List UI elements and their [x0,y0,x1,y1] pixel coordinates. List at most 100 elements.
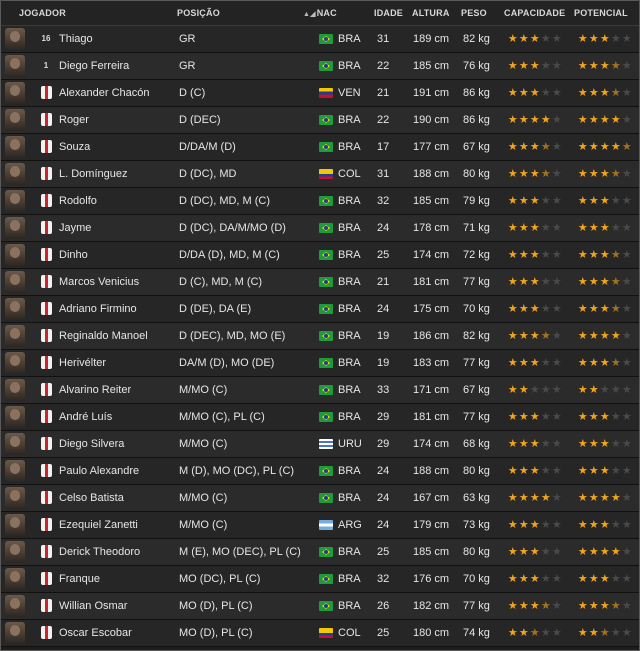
table-row[interactable]: L. Domínguez D (DC), MD COL 31 188 cm 80 kg ★ ★… [1,161,639,188]
player-weight: 71 kg [463,222,490,234]
star-icon: ★ [588,573,599,585]
table-row[interactable]: Oscar Escobar MO (D), PL (C) COL 25 180 cm 74… [1,620,639,647]
star-icon: ★ [518,384,529,396]
col-posicao[interactable]: POSIÇÃO [177,1,220,25]
star-icon: ★ [540,627,551,639]
player-name[interactable]: Souza [59,134,90,160]
player-name[interactable]: Willian Osmar [59,593,127,619]
star-icon: ★ [588,168,599,180]
col-jogador[interactable]: JOGADOR [19,1,66,25]
flag-icon [319,331,333,341]
table-row[interactable]: Adriano Firmino D (DE), DA (E) BRA 24 175 cm… [1,296,639,323]
player-name[interactable]: Oscar Escobar [59,620,132,646]
player-name[interactable]: Celso Batista [59,485,124,511]
table-row[interactable]: Jayme D (DC), DA/M/MO (D) BRA 24 178 cm 71 kg… [1,215,639,242]
player-name[interactable]: Rodolfo [59,188,97,214]
table-row[interactable]: Alexander Chacón D (C) VEN 21 191 cm 86 kg ★ ★ ★… [1,80,639,107]
star-icon: ★ [599,141,610,153]
shirt-icon [41,167,52,180]
col-altura[interactable]: ALTURA [412,1,450,25]
table-row[interactable]: Souza D/DA/M (D) BRA 17 177 cm 67 kg ★ ★ ★ ★ ★ ★ ★ ★ ★… [1,134,639,161]
capacity-stars: ★ ★ ★ ★ ★ [507,593,562,619]
player-position: DA/M (D), MO (DE) [179,357,275,369]
star-icon: ★ [588,519,599,531]
star-icon: ★ [621,87,632,99]
table-row[interactable]: Diego Silvera M/MO (C) URU 29 174 cm 68 kg ★ ★ ★… [1,431,639,458]
table-row[interactable]: 16 Thiago GR BRA 31 189 cm 82 kg ★ ★ ★ ★ ★ ★ ★ ★ ★ ★ [1,26,639,53]
col-nac-wrap[interactable]: ▲◢NAC [303,1,337,27]
star-icon: ★ [577,627,588,639]
star-icon: ★ [518,573,529,585]
player-name[interactable]: Alexander Chacón [59,80,150,106]
star-icon: ★ [507,627,518,639]
player-nationality: BRA [338,114,361,126]
player-height: 167 cm [413,492,450,504]
table-row[interactable]: Willian Osmar MO (D), PL (C) BRA 26 182 cm 77… [1,593,639,620]
player-name[interactable]: Jayme [59,215,91,241]
table-row[interactable]: Ezequiel Zanetti M/MO (C) ARG 24 179 cm 73 kg… [1,512,639,539]
potential-stars: ★ ★ ★ ★ ★ [577,593,632,619]
star-icon: ★ [518,114,529,126]
table-row[interactable]: Derick Theodoro M (E), MO (DEC), PL (C) BR… [1,539,639,566]
player-height: 181 cm [413,276,450,288]
table-row[interactable]: Marcos Venicius D (C), MD, M (C) BRA 21 181 … [1,269,639,296]
player-photo [5,325,25,347]
shirt-icon [41,572,52,585]
table-row[interactable]: Herivélter DA/M (D), MO (DE) BRA 19 183 cm 77… [1,350,639,377]
flag-icon [319,223,333,233]
col-potencial[interactable]: POTENCIAL [574,1,628,25]
col-capacidade[interactable]: CAPACIDADE [504,1,565,25]
table-row[interactable]: André Luís M/MO (C), PL (C) BRA 29 181 cm 77 … [1,404,639,431]
player-name[interactable]: André Luís [59,404,112,430]
table-row[interactable]: Dinho D/DA (D), MD, M (C) BRA 25 174 cm 72 kg… [1,242,639,269]
star-icon: ★ [621,114,632,126]
capacity-stars: ★ ★ ★ ★ ★ [507,377,562,403]
player-weight: 79 kg [463,195,490,207]
star-icon: ★ [577,357,588,369]
table-row[interactable]: Roger D (DEC) BRA 22 190 cm 86 kg ★ ★ ★ ★ ★ ★ ★ ★ ★ ★ [1,107,639,134]
player-name[interactable]: Derick Theodoro [59,539,140,565]
player-height: 177 cm [413,141,450,153]
player-name[interactable]: Reginaldo Manoel [59,323,148,349]
col-peso[interactable]: PESO [461,1,487,25]
player-name[interactable]: Diego Ferreira [59,53,129,79]
potential-stars: ★ ★ ★ ★ ★ [577,485,632,511]
player-name[interactable]: Roger [59,107,89,133]
star-icon: ★ [518,438,529,450]
player-name[interactable]: Adriano Firmino [59,296,137,322]
player-position: MO (D), PL (C) [179,600,253,612]
table-row[interactable]: Celso Batista M/MO (C) BRA 24 167 cm 63 kg ★ ★ ★… [1,485,639,512]
squad-list-panel: JOGADOR POSIÇÃO ▲◢NAC IDADE ALTURA PESO … [0,0,640,651]
table-row[interactable]: Franque MO (DC), PL (C) BRA 32 176 cm 70 kg ★ ★… [1,566,639,593]
star-icon: ★ [588,438,599,450]
player-weight: 80 kg [463,168,490,180]
table-row[interactable]: 1 Diego Ferreira GR BRA 22 185 cm 76 kg ★ ★ ★ ★ ★ ★ ★… [1,53,639,80]
player-name[interactable]: Herivélter [59,350,106,376]
player-name[interactable]: Alvarino Reiter [59,377,131,403]
player-name[interactable]: Franque [59,566,100,592]
player-name[interactable]: L. Domínguez [59,161,127,187]
player-name[interactable]: Paulo Alexandre [59,458,139,484]
player-age: 25 [377,249,390,261]
player-photo [5,82,25,104]
potential-stars: ★ ★ ★ ★ ★ [577,80,632,106]
player-position: MO (DC), PL (C) [179,573,261,585]
star-icon: ★ [588,303,599,315]
table-row[interactable]: Rodolfo D (DC), MD, M (C) BRA 32 185 cm 79 kg… [1,188,639,215]
player-name[interactable]: Diego Silvera [59,431,124,457]
table-row[interactable]: Reginaldo Manoel D (DEC), MD, MO (E) BRA 19… [1,323,639,350]
table-row[interactable]: Alvarino Reiter M/MO (C) BRA 33 171 cm 67 kg ★… [1,377,639,404]
player-name[interactable]: Thiago [59,26,93,52]
shirt-icon [41,383,52,396]
player-name[interactable]: Ezequiel Zanetti [59,512,138,538]
player-nationality: BRA [338,33,361,45]
player-age: 24 [377,519,390,531]
player-name[interactable]: Dinho [59,242,88,268]
player-weight: 77 kg [463,411,490,423]
player-name[interactable]: Marcos Venicius [59,269,139,295]
star-icon: ★ [507,600,518,612]
capacity-stars: ★ ★ ★ ★ ★ [507,323,562,349]
star-icon: ★ [540,573,551,585]
col-idade[interactable]: IDADE [374,1,403,25]
table-row[interactable]: Paulo Alexandre M (D), MO (DC), PL (C) BRA… [1,458,639,485]
